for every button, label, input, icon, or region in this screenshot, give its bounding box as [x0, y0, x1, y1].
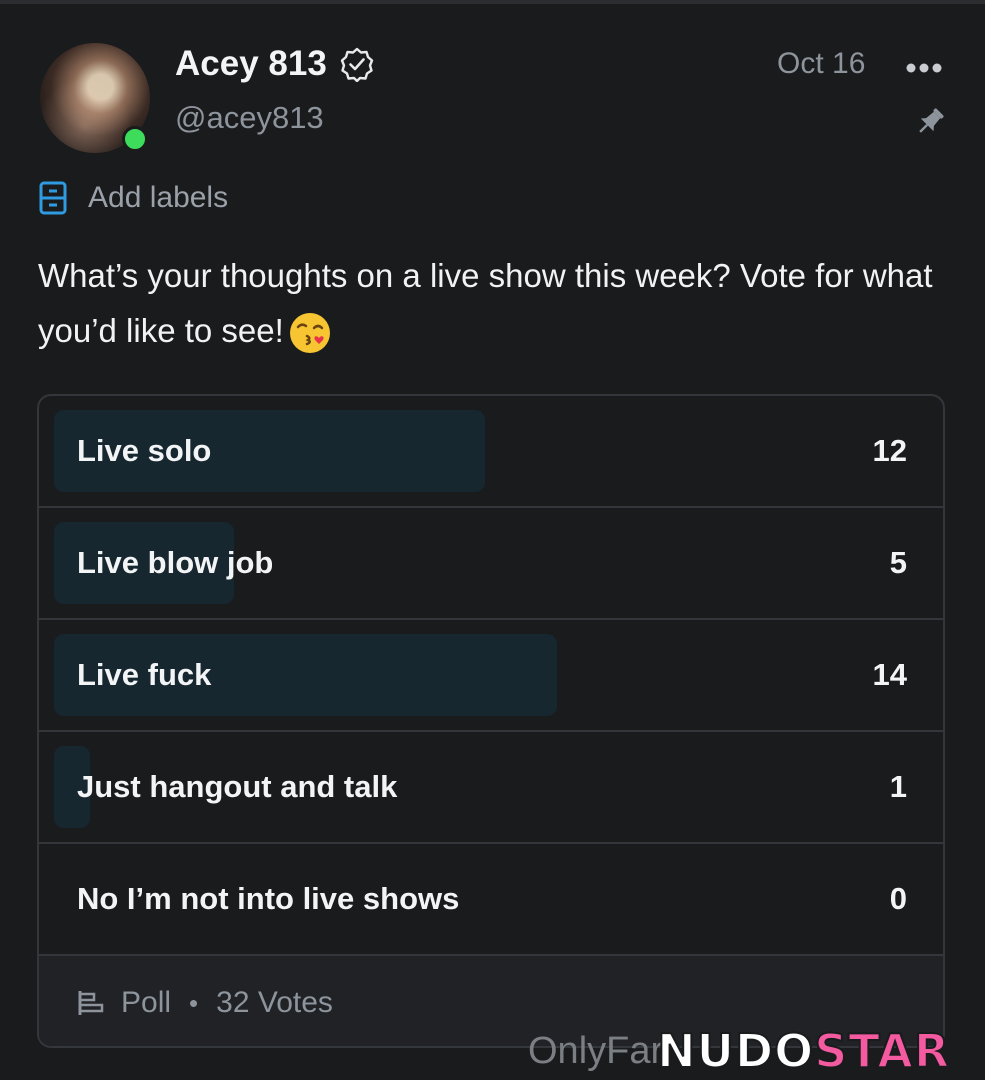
- poll-option[interactable]: Live fuck 14: [39, 620, 943, 732]
- poll-option-label: Live blow job: [77, 545, 274, 580]
- poll-option[interactable]: No I’m not into live shows 0: [39, 844, 943, 956]
- author-handle[interactable]: @acey813: [175, 100, 324, 136]
- poll-option-label: Just hangout and talk: [77, 769, 398, 804]
- author-row: Acey 813: [175, 44, 375, 84]
- watermark-brand-b: STAR: [813, 1023, 951, 1079]
- poll-option[interactable]: Live solo 12: [39, 396, 943, 508]
- kissing-face-emoji: [288, 311, 332, 355]
- poll-option-count: 0: [889, 881, 907, 916]
- watermark-prefix: OnlyFar: [528, 1029, 664, 1072]
- pin-icon[interactable]: [912, 104, 948, 140]
- poll-option-label: No I’m not into live shows: [77, 881, 460, 916]
- poll-total-votes: 32 Votes: [216, 986, 333, 1019]
- poll-option[interactable]: Just hangout and talk 1: [39, 732, 943, 844]
- footer-separator: •: [189, 987, 199, 1018]
- post-body: What’s your thoughts on a live show this…: [38, 257, 933, 349]
- watermark: OnlyFar NUDOSTAR: [528, 1022, 950, 1080]
- poll-option-label: Live fuck: [77, 657, 212, 692]
- poll-option-count: 1: [889, 769, 907, 804]
- poll-option[interactable]: Live blow job 5: [39, 508, 943, 620]
- add-labels-row[interactable]: Add labels: [38, 180, 228, 216]
- online-status-dot: [122, 126, 148, 152]
- post-date[interactable]: Oct 16: [777, 47, 865, 81]
- add-labels-link[interactable]: Add labels: [88, 181, 228, 215]
- poll-option-count: 14: [872, 657, 907, 692]
- top-divider: [0, 0, 985, 4]
- label-folder-icon: [39, 181, 67, 215]
- poll-type-label: Poll: [121, 986, 172, 1019]
- poll-option-label: Live solo: [77, 433, 212, 468]
- poll: Live solo 12 Live blow job 5 Live fuck 1…: [37, 394, 945, 1048]
- poll-option-count: 5: [889, 545, 907, 580]
- watermark-brand-a: NUDO: [656, 1023, 815, 1079]
- watermark-brand: NUDOSTAR: [656, 1023, 951, 1079]
- poll-icon: [78, 991, 104, 1015]
- post-text: What’s your thoughts on a live show this…: [38, 248, 958, 358]
- verified-badge-icon: [340, 47, 373, 82]
- poll-option-count: 12: [872, 433, 907, 468]
- more-options-icon[interactable]: [904, 58, 944, 78]
- author-name[interactable]: Acey 813: [175, 44, 327, 84]
